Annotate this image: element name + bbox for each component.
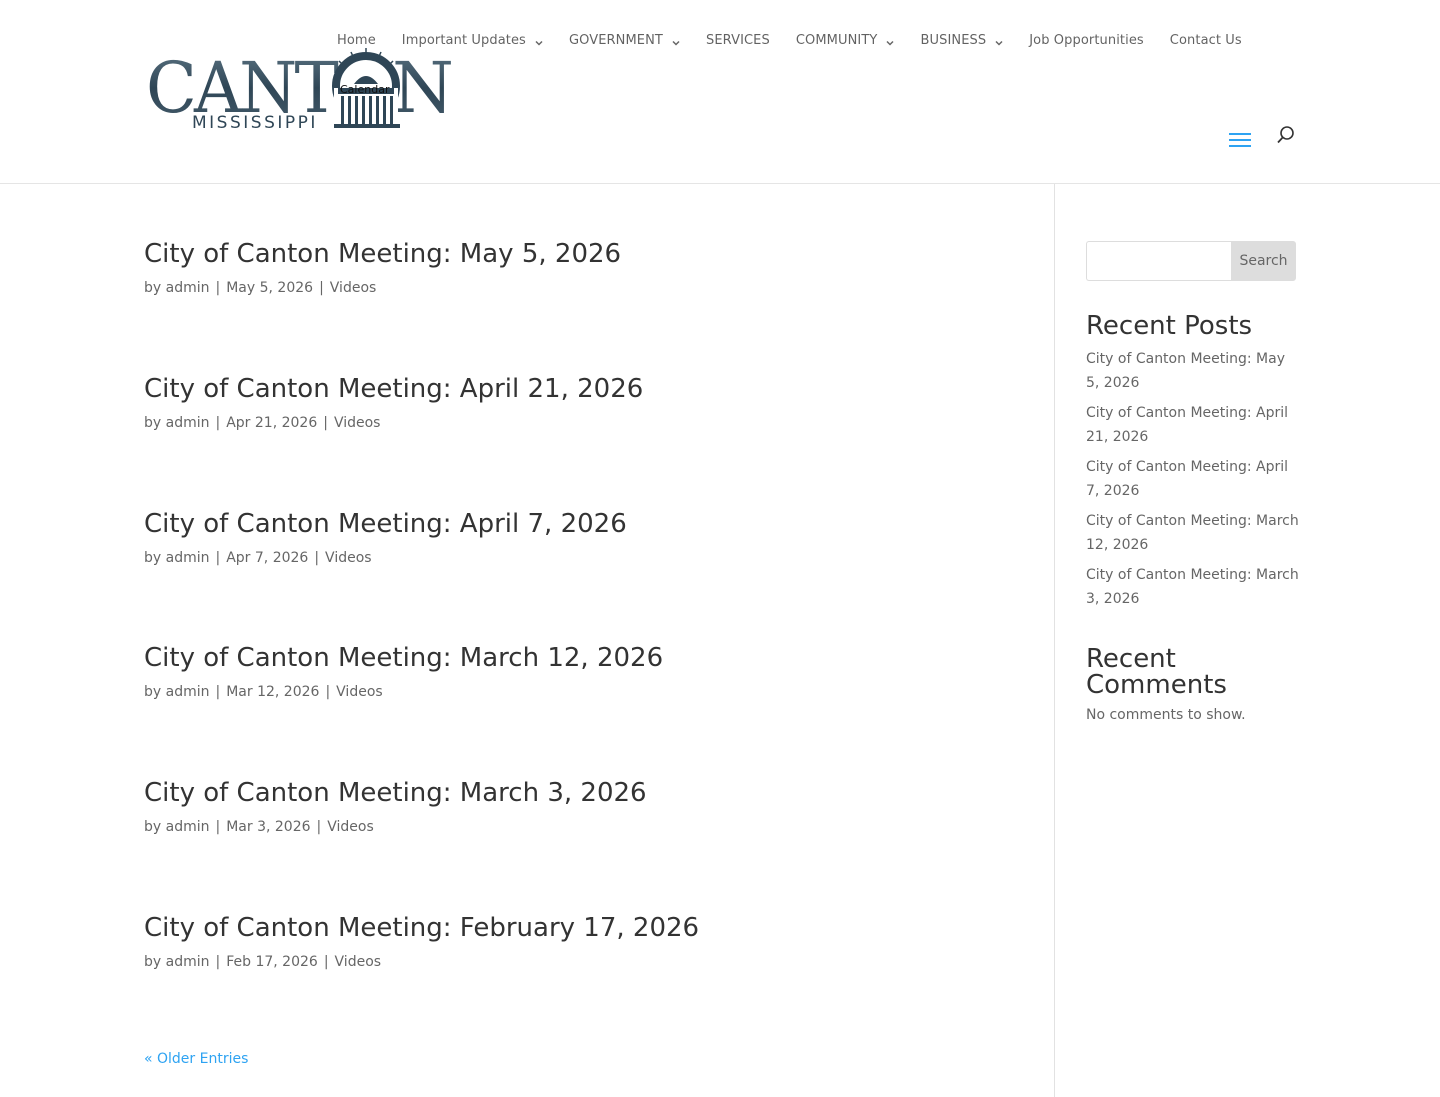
post-meta: by admin | Apr 7, 2026 | Videos xyxy=(144,548,627,568)
post-category-link[interactable]: Videos xyxy=(327,819,374,835)
post-entry: City of Canton Meeting: March 12, 2026 by… xyxy=(144,634,663,702)
recent-posts-list: City of Canton Meeting: May 5, 2026 City … xyxy=(1086,347,1301,617)
post-entry: City of Canton Meeting: May 5, 2026 by ad… xyxy=(144,230,621,298)
city-hall-emblem: Calendar xyxy=(332,48,400,130)
site-logo[interactable]: CANT N Calendar MISSISSIPPI xyxy=(146,44,456,136)
post-author-link[interactable]: admin xyxy=(166,280,210,296)
canton-logo-graphic: CANT N Calendar MISSISSIPPI xyxy=(146,47,454,133)
sidebar-divider xyxy=(1054,184,1055,1097)
meta-separator: | xyxy=(319,280,324,296)
older-entries-link[interactable]: « Older Entries xyxy=(144,1051,248,1067)
post-author-link[interactable]: admin xyxy=(166,684,210,700)
post-title[interactable]: City of Canton Meeting: March 3, 2026 xyxy=(144,769,647,817)
post-title[interactable]: City of Canton Meeting: February 17, 202… xyxy=(144,904,699,952)
nav-item-community[interactable]: COMMUNITY xyxy=(796,33,895,48)
post-entry: City of Canton Meeting: February 17, 202… xyxy=(144,904,699,972)
main-navigation: Home Important Updates GOVERNMENT SERVICES C… xyxy=(337,30,1242,50)
logo-overlay-text: Calendar xyxy=(340,83,390,96)
post-title[interactable]: City of Canton Meeting: April 7, 2026 xyxy=(144,500,627,548)
search-icon[interactable] xyxy=(1276,125,1296,145)
post-meta: by admin | Mar 3, 2026 | Videos xyxy=(144,817,647,837)
post-entry: City of Canton Meeting: April 7, 2026 by … xyxy=(144,500,627,568)
sidebar-search-input[interactable] xyxy=(1086,241,1231,281)
post-title[interactable]: City of Canton Meeting: April 21, 2026 xyxy=(144,365,643,413)
recent-post-link[interactable]: City of Canton Meeting: May 5, 2026 xyxy=(1086,347,1301,395)
post-author-link[interactable]: admin xyxy=(166,954,210,970)
meta-separator: | xyxy=(215,415,221,431)
post-date: Apr 7, 2026 xyxy=(226,550,309,566)
post-meta-by: by xyxy=(144,684,162,700)
chevron-down-icon xyxy=(535,36,543,46)
recent-post-link[interactable]: City of Canton Meeting: April 21, 2026 xyxy=(1086,401,1301,449)
post-category-link[interactable]: Videos xyxy=(334,415,381,431)
post-title[interactable]: City of Canton Meeting: March 12, 2026 xyxy=(144,634,663,682)
post-date: Mar 3, 2026 xyxy=(226,819,311,835)
post-date: May 5, 2026 xyxy=(226,280,314,296)
meta-separator: | xyxy=(215,280,221,296)
post-category-link[interactable]: Videos xyxy=(330,280,377,296)
recent-posts-heading: Recent Posts xyxy=(1086,311,1253,341)
chevron-down-icon xyxy=(886,36,894,46)
meta-separator: | xyxy=(215,684,221,700)
nav-item-label: Job Opportunities xyxy=(1029,32,1144,48)
post-category-link[interactable]: Videos xyxy=(325,550,372,566)
no-comments-text: No comments to show. xyxy=(1086,707,1246,723)
nav-item-job-opportunities[interactable]: Job Opportunities xyxy=(1029,33,1144,48)
nav-item-label: SERVICES xyxy=(705,32,770,48)
post-category-link[interactable]: Videos xyxy=(336,684,383,700)
sidebar-search-form: Search xyxy=(1086,241,1296,281)
meta-separator: | xyxy=(215,550,221,566)
sidebar-search-button[interactable]: Search xyxy=(1231,241,1296,281)
nav-item-label: GOVERNMENT xyxy=(568,32,663,48)
post-author-link[interactable]: admin xyxy=(166,415,210,431)
nav-item-label: BUSINESS xyxy=(920,32,987,48)
logo-state-text: MISSISSIPPI xyxy=(192,113,318,133)
post-title[interactable]: City of Canton Meeting: May 5, 2026 xyxy=(144,230,621,278)
post-meta-by: by xyxy=(144,819,162,835)
meta-separator: | xyxy=(323,415,328,431)
nav-item-government[interactable]: GOVERNMENT xyxy=(569,33,680,48)
nav-item-contact-us[interactable]: Contact Us xyxy=(1170,33,1242,48)
recent-post-link[interactable]: City of Canton Meeting: April 7, 2026 xyxy=(1086,455,1301,503)
sidebar: Search Recent Posts City of Canton Meeti… xyxy=(1086,241,1299,723)
meta-separator: | xyxy=(323,954,329,970)
meta-separator: | xyxy=(215,954,221,970)
post-meta-by: by xyxy=(144,550,162,566)
nav-item-business[interactable]: BUSINESS xyxy=(920,33,1003,48)
post-entry: City of Canton Meeting: March 3, 2026 by … xyxy=(144,769,647,837)
meta-separator: | xyxy=(316,819,322,835)
logo-name-part2: N xyxy=(392,47,454,129)
nav-item-services[interactable]: SERVICES xyxy=(706,33,770,48)
site-header: CANT N Calendar MISSISSIPPI Home Importa… xyxy=(0,0,1440,184)
recent-post-link[interactable]: City of Canton Meeting: March 12, 2026 xyxy=(1086,509,1301,557)
nav-item-home[interactable]: Home xyxy=(337,33,376,48)
post-date: Apr 21, 2026 xyxy=(226,415,318,431)
post-meta: by admin | Feb 17, 2026 | Videos xyxy=(144,952,699,972)
post-meta-by: by xyxy=(144,415,162,431)
nav-item-label: COMMUNITY xyxy=(795,32,878,48)
recent-post-link[interactable]: City of Canton Meeting: March 3, 2026 xyxy=(1086,563,1301,611)
post-category-link[interactable]: Videos xyxy=(335,954,382,970)
post-meta-by: by xyxy=(144,280,162,296)
nav-item-label: Important Updates xyxy=(401,32,526,48)
post-meta: by admin | May 5, 2026 | Videos xyxy=(144,278,621,298)
post-meta-by: by xyxy=(144,954,162,970)
hamburger-icon[interactable] xyxy=(1229,133,1251,151)
recent-comments-heading: Recent Comments xyxy=(1086,644,1227,700)
chevron-down-icon xyxy=(995,36,1003,46)
nav-item-label: Home xyxy=(337,32,376,48)
post-date: Feb 17, 2026 xyxy=(226,954,318,970)
post-meta: by admin | Apr 21, 2026 | Videos xyxy=(144,413,643,433)
post-meta: by admin | Mar 12, 2026 | Videos xyxy=(144,682,663,702)
meta-separator: | xyxy=(215,819,221,835)
post-author-link[interactable]: admin xyxy=(166,819,210,835)
post-date: Mar 12, 2026 xyxy=(226,684,320,700)
chevron-down-icon xyxy=(672,36,680,46)
meta-separator: | xyxy=(325,684,331,700)
post-author-link[interactable]: admin xyxy=(166,550,210,566)
post-entry: City of Canton Meeting: April 21, 2026 by… xyxy=(144,365,643,433)
nav-item-label: Contact Us xyxy=(1169,32,1242,48)
nav-item-important-updates[interactable]: Important Updates xyxy=(402,33,543,48)
meta-separator: | xyxy=(314,550,320,566)
